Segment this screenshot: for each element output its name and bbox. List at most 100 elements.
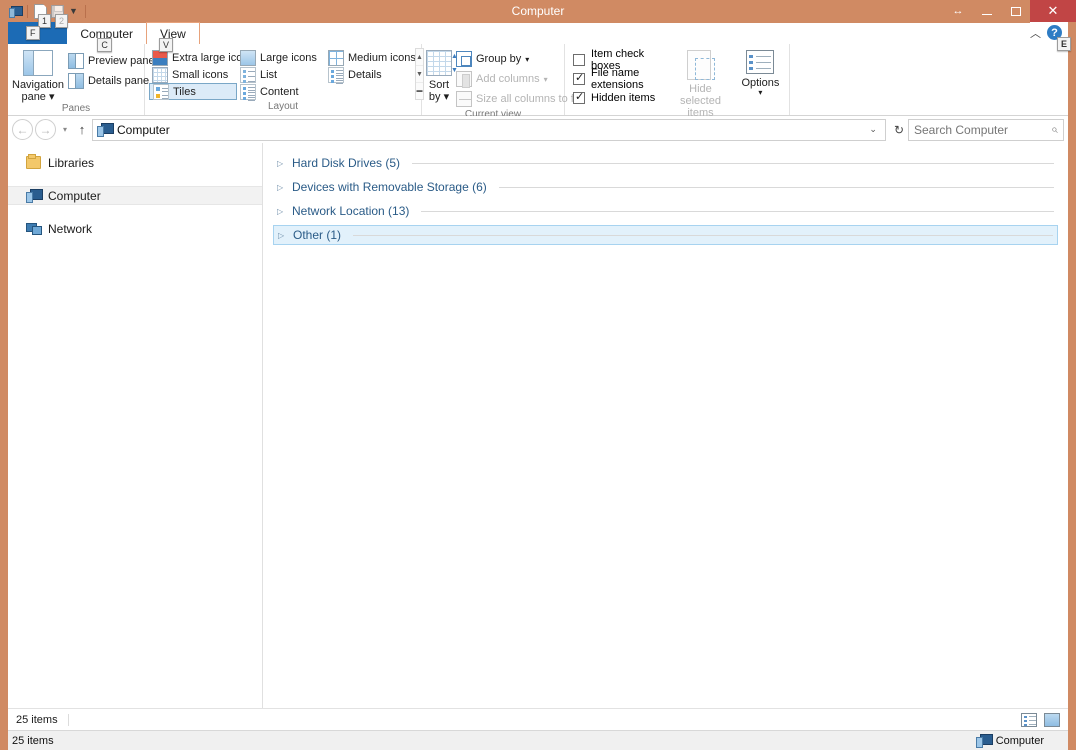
sidebar-item-label: Computer	[48, 188, 101, 203]
medium-icons-icon	[328, 49, 344, 66]
status-item-count: 25 items	[16, 713, 58, 726]
details-pane-icon	[67, 73, 84, 89]
small-icons-icon	[152, 66, 168, 83]
add-columns-icon	[456, 71, 472, 88]
chevron-right-icon[interactable]: ▷	[277, 207, 286, 216]
restore-button[interactable]: ↔	[943, 0, 972, 22]
refresh-button[interactable]: ↻	[890, 123, 908, 137]
details-view-toggle-icon[interactable]	[1021, 712, 1037, 727]
size-all-columns-button[interactable]: Size all columns to fit	[452, 89, 583, 109]
group-label-layout: Layout	[267, 101, 299, 112]
computer-icon	[975, 734, 993, 748]
content-view-icon	[240, 83, 256, 100]
sidebar-item-computer[interactable]: Computer	[8, 186, 262, 205]
keytip-help: E	[1057, 37, 1072, 51]
back-button[interactable]: ←	[12, 119, 33, 140]
group-by-button[interactable]: Group by ▾	[452, 49, 583, 69]
sort-by-label-1: Sort	[428, 79, 450, 91]
window-title: Computer	[511, 4, 565, 18]
gallery-item-medium-icons[interactable]: Medium icons	[325, 49, 416, 66]
taskbar-app-computer[interactable]: Computer	[975, 734, 1044, 748]
file-name-extensions-row[interactable]: File name extensions	[569, 67, 671, 91]
computer-icon[interactable]	[6, 3, 23, 19]
taskbar-app-label: Computer	[995, 734, 1044, 747]
layout-gallery[interactable]: Extra large icons Large icons Medium ico…	[149, 49, 416, 100]
group-header-network-location[interactable]: ▷ Network Location (13)	[273, 201, 1058, 221]
help-button[interactable]: ? E	[1047, 25, 1072, 51]
group-divider	[353, 234, 1053, 236]
history-dropdown-icon[interactable]: ▾	[58, 125, 72, 134]
file-list-pane[interactable]: ▷ Hard Disk Drives (5) ▷ Devices with Re…	[263, 143, 1068, 708]
computer-icon	[26, 189, 43, 203]
gallery-item-content[interactable]: Content	[237, 83, 325, 100]
tiles-view-icon	[153, 83, 169, 100]
file-name-extensions-checkbox[interactable]	[573, 71, 585, 85]
group-label-panes-text: Panes	[61, 103, 91, 114]
sort-by-button[interactable]: ▲ ▼ Sort by ▾	[426, 47, 458, 103]
qat-separator-2	[84, 4, 86, 18]
details-pane-label: Details pane	[87, 75, 150, 87]
minimize-button[interactable]	[972, 0, 1001, 22]
gallery-item-list[interactable]: List	[237, 66, 325, 83]
chevron-up-icon[interactable]: ︿	[1030, 25, 1041, 41]
sort-by-icon: ▲ ▼	[426, 50, 458, 76]
group-divider	[421, 210, 1054, 212]
chevron-right-icon[interactable]: ▷	[277, 183, 286, 192]
computer-icon	[97, 123, 114, 137]
hide-selected-items-button[interactable]: Hide selected items	[671, 47, 730, 119]
list-view-icon	[240, 66, 256, 83]
navigation-pane-label-2: pane ▾	[21, 91, 55, 103]
close-button[interactable]: ✕	[1030, 0, 1076, 22]
gallery-item-small-icons[interactable]: Small icons	[149, 66, 237, 83]
ribbon-group-current-view: ▲ ▼ Sort by ▾ Group by ▾ Add columns ▾ S…	[422, 44, 579, 120]
navigation-pane-button[interactable]: Navigation pane ▾	[12, 47, 64, 103]
add-columns-button[interactable]: Add columns ▾	[452, 69, 583, 89]
chevron-down-icon[interactable]: ⌄	[869, 124, 881, 135]
group-header-devices-with-removable-storage[interactable]: ▷ Devices with Removable Storage (6)	[273, 177, 1058, 197]
up-button[interactable]: ↑	[72, 122, 92, 137]
chevron-right-icon[interactable]: ▷	[277, 159, 286, 168]
gallery-item-tiles[interactable]: Tiles	[149, 83, 237, 100]
sidebar-item-label: Libraries	[48, 155, 95, 170]
hidden-items-row[interactable]: Hidden items	[569, 88, 671, 107]
ribbon-filler	[790, 44, 1068, 115]
gallery-item-details[interactable]: Details	[325, 66, 413, 83]
resize-grip[interactable]	[1050, 737, 1058, 745]
navigation-pane: Libraries Computer Network	[8, 143, 263, 708]
libraries-icon	[26, 154, 41, 169]
large-icons-icon	[240, 49, 256, 66]
gallery-item-large-icons[interactable]: Large icons	[237, 49, 325, 66]
options-button[interactable]: Options ▾	[736, 47, 785, 97]
options-dropdown-icon[interactable]: ▾	[758, 89, 762, 97]
chevron-right-icon[interactable]: ▷	[278, 231, 287, 240]
hidden-items-checkbox[interactable]	[573, 90, 585, 104]
search-input[interactable]: Search Computer ⌕	[908, 118, 1064, 141]
properties-icon[interactable]: 2	[49, 3, 69, 28]
new-folder-icon[interactable]: 1	[32, 3, 52, 28]
address-field[interactable]: Computer ⌄	[92, 118, 886, 141]
quick-access-toolbar[interactable]: 1 2 ▼	[0, 0, 90, 28]
breadcrumb[interactable]: Computer	[117, 123, 170, 137]
ribbon-group-panes: Navigation pane ▾ Preview pane Details p…	[8, 44, 155, 115]
ribbon-tabstrip: File F Computer C View V ︿ ? E	[8, 22, 1072, 52]
sidebar-item-libraries[interactable]: Libraries	[8, 153, 262, 172]
keytip-tab-view: V	[159, 38, 174, 52]
group-header-other[interactable]: ▷ Other (1)	[273, 225, 1058, 245]
forward-button[interactable]: →	[35, 119, 56, 140]
size-columns-label: Size all columns to fit	[476, 93, 580, 105]
group-header-hard-disk-drives[interactable]: ▷ Hard Disk Drives (5)	[273, 153, 1058, 173]
item-check-boxes-checkbox[interactable]	[573, 53, 585, 66]
tab-computer[interactable]: Computer C	[67, 23, 147, 52]
taskbar-right: Computer	[975, 734, 1068, 748]
tab-view[interactable]: View V	[146, 22, 200, 52]
status-bar: 25 items	[8, 708, 1068, 730]
maximize-button[interactable]	[1001, 0, 1030, 22]
ribbon-group-show-hide: Item check boxes File name extensions Hi…	[565, 44, 790, 130]
group-header-label: Hard Disk Drives (5)	[292, 156, 401, 170]
sidebar-item-network[interactable]: Network	[8, 219, 262, 238]
preview-pane-icon	[67, 53, 84, 69]
large-icons-view-toggle-icon[interactable]	[1044, 712, 1060, 727]
keytip-qat-1: 1	[38, 14, 52, 28]
status-separator	[67, 713, 69, 726]
chevron-down-icon[interactable]: ▼	[66, 6, 81, 16]
